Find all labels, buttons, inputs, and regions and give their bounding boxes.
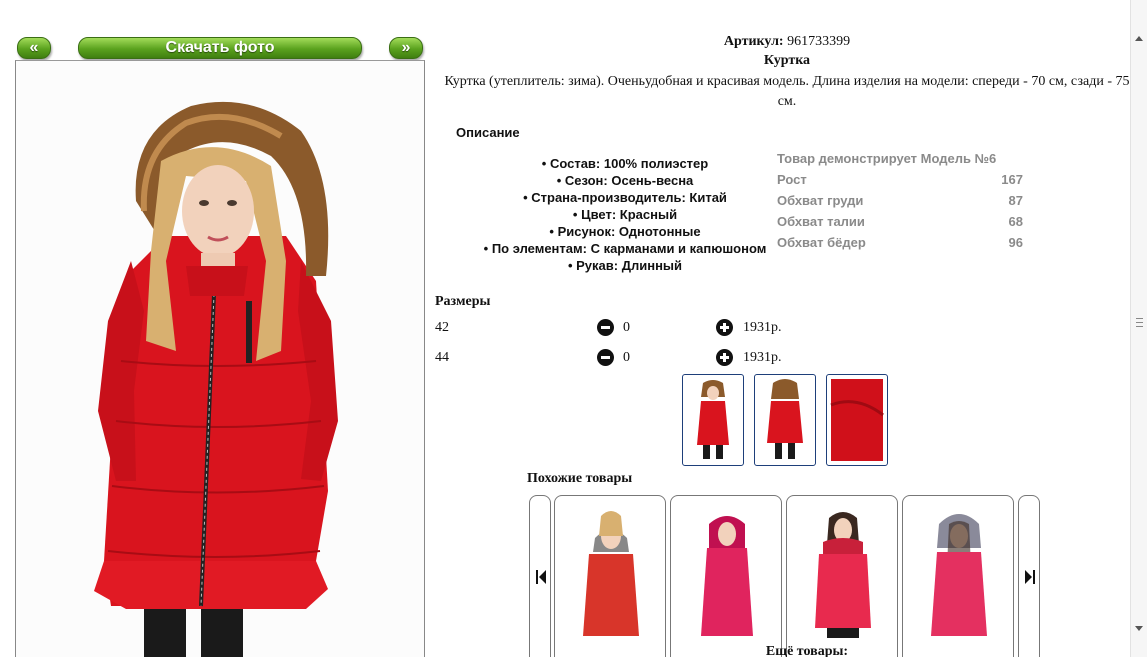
property-item: По элементам: С карманами и капюшоном xyxy=(455,240,795,257)
price-value: 1931р. xyxy=(743,320,782,335)
page-scrollbar[interactable] xyxy=(1130,0,1147,657)
scroll-thumb-grip[interactable] xyxy=(1136,318,1143,327)
main-product-photo xyxy=(15,60,425,657)
model-row-label: Рост xyxy=(777,172,807,187)
scroll-up-arrow-icon[interactable] xyxy=(1135,36,1143,41)
model-row-value: 167 xyxy=(1001,172,1023,187)
similar-product-image xyxy=(583,511,639,636)
plus-circle-icon[interactable] xyxy=(716,319,733,336)
skip-back-icon xyxy=(536,570,546,584)
model-measurements: Товар демонстрирует Модель №6 Рост 167 Об… xyxy=(777,148,1023,253)
similar-product-card[interactable] xyxy=(786,495,898,657)
property-item: Цвет: Красный xyxy=(455,206,795,223)
product-description: Куртка (утеплитель: зима). Оченьудобная … xyxy=(444,74,1130,109)
size-label: 44 xyxy=(435,350,449,365)
model-row-label: Обхват груди xyxy=(777,193,864,208)
model-row-value: 87 xyxy=(1008,193,1023,208)
similar-product-card[interactable] xyxy=(554,495,666,657)
model-row-label: Обхват талии xyxy=(777,214,865,229)
quantity-value: 0 xyxy=(623,320,630,335)
description-heading: Описание xyxy=(456,125,520,140)
model-row: Обхват бёдер 96 xyxy=(777,232,1023,253)
model-row-label: Обхват бёдер xyxy=(777,235,866,250)
minus-circle-icon[interactable] xyxy=(597,319,614,336)
similar-product-image xyxy=(701,516,753,636)
similar-product-image xyxy=(815,512,871,638)
model-in-red-jacket-image xyxy=(16,61,424,657)
properties-list: Состав: 100% полиэстер Сезон: Осень-весн… xyxy=(455,155,795,274)
carousel-prev-button[interactable] xyxy=(529,495,551,657)
property-item: Сезон: Осень-весна xyxy=(455,172,795,189)
property-item: Состав: 100% полиэстер xyxy=(455,155,795,172)
article-label: Артикул: xyxy=(723,34,784,49)
model-row-value: 96 xyxy=(1008,235,1023,250)
size-label: 42 xyxy=(435,320,449,335)
prev-photo-button[interactable]: « xyxy=(17,37,51,59)
skip-forward-icon xyxy=(1025,570,1035,584)
similar-products-heading: Похожие товары xyxy=(527,471,633,486)
model-heading-text: Товар демонстрирует Модель №6 xyxy=(777,151,997,166)
sizes-heading: Размеры xyxy=(435,294,491,309)
model-row: Обхват груди 87 xyxy=(777,190,1023,211)
model-heading: Товар демонстрирует Модель №6 xyxy=(777,148,1023,169)
plus-circle-icon[interactable] xyxy=(716,349,733,366)
price-value: 1931р. xyxy=(743,350,782,365)
model-row-value: 68 xyxy=(1008,214,1023,229)
model-row: Рост 167 xyxy=(777,169,1023,190)
thumbnail-back-image xyxy=(767,379,803,459)
thumbnail-front-image xyxy=(697,380,729,459)
minus-circle-icon[interactable] xyxy=(597,349,614,366)
thumbnail-fabric-image xyxy=(830,379,884,461)
product-title: Куртка xyxy=(763,53,811,68)
download-photo-button[interactable]: Скачать фото xyxy=(78,37,362,59)
quantity-value: 0 xyxy=(623,350,630,365)
scroll-down-arrow-icon[interactable] xyxy=(1135,626,1143,631)
similar-product-image xyxy=(931,514,987,636)
photo-thumbnail[interactable] xyxy=(826,374,888,466)
photo-thumbnail[interactable] xyxy=(682,374,744,466)
photo-thumbnail[interactable] xyxy=(754,374,816,466)
similar-product-card[interactable] xyxy=(902,495,1014,657)
model-row: Обхват талии 68 xyxy=(777,211,1023,232)
size-row: 42 0 1931р. xyxy=(435,318,835,338)
article-line: Артикул: 961733399 xyxy=(437,33,1137,51)
more-products-heading: Ещё товары: xyxy=(765,644,849,657)
property-item: Рукав: Длинный xyxy=(455,257,795,274)
property-item: Рисунок: Однотонные xyxy=(455,223,795,240)
article-value: 961733399 xyxy=(787,34,851,49)
next-photo-button[interactable]: » xyxy=(389,37,423,59)
property-item: Страна-производитель: Китай xyxy=(455,189,795,206)
size-row: 44 0 1931р. xyxy=(435,348,835,368)
similar-product-card[interactable] xyxy=(670,495,782,657)
carousel-next-button[interactable] xyxy=(1018,495,1040,657)
